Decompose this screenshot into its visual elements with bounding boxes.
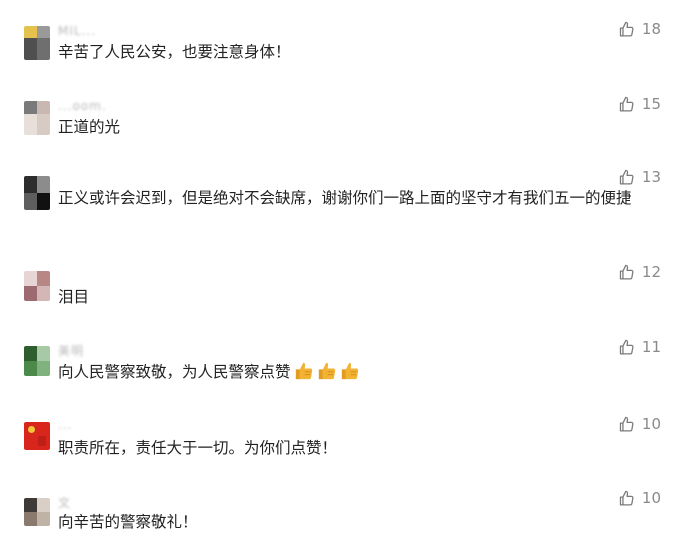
avatar[interactable] bbox=[24, 26, 50, 60]
like-count: 12 bbox=[641, 263, 661, 281]
thumbs-up-outline-icon bbox=[618, 169, 635, 186]
commenter-name[interactable]: ...oom. bbox=[58, 99, 107, 113]
commenter-name[interactable]: 文 bbox=[58, 494, 71, 511]
comment-text: 向辛苦的警察敬礼！ bbox=[58, 513, 198, 531]
like-count: 10 bbox=[641, 489, 661, 507]
like-count: 10 bbox=[641, 415, 661, 433]
avatar[interactable] bbox=[24, 176, 50, 210]
like-button[interactable]: 18 bbox=[618, 19, 661, 39]
thumbs-up-outline-icon bbox=[618, 490, 635, 507]
like-count: 13 bbox=[641, 168, 661, 186]
thumbs-up-emoji-icon bbox=[317, 362, 337, 387]
like-count: 18 bbox=[641, 20, 661, 38]
avatar[interactable] bbox=[24, 271, 50, 301]
like-button[interactable]: 13 bbox=[618, 167, 661, 187]
like-button[interactable]: 10 bbox=[618, 488, 661, 508]
like-count: 15 bbox=[641, 95, 661, 113]
comment-text: 泪目 bbox=[58, 288, 90, 306]
commenter-name[interactable]: MIL... bbox=[58, 24, 96, 38]
avatar[interactable] bbox=[24, 101, 50, 135]
thumbs-up-outline-icon bbox=[618, 96, 635, 113]
thumbs-up-emoji-icon bbox=[294, 362, 314, 387]
like-button[interactable]: 12 bbox=[618, 262, 661, 282]
thumbs-up-outline-icon bbox=[618, 416, 635, 433]
comment-text: 正道的光 bbox=[58, 118, 121, 136]
thumbs-up-outline-icon bbox=[618, 339, 635, 356]
comment-text-body: 向人民警察致敬，为人民警察点赞 bbox=[58, 363, 291, 381]
commenter-name[interactable]: 美明 bbox=[58, 342, 84, 359]
comment-text: 向人民警察致敬，为人民警察点赞 bbox=[58, 360, 658, 387]
thumbs-up-emoji-icon bbox=[340, 362, 360, 387]
avatar[interactable] bbox=[24, 346, 50, 376]
comment-text: 辛苦了人民公安，也要注意身体！ bbox=[58, 43, 291, 61]
avatar[interactable] bbox=[24, 498, 50, 526]
comment-list: MIL... 辛苦了人民公安，也要注意身体！ 18 ...oom. 正道的光 1… bbox=[0, 0, 697, 551]
like-button[interactable]: 15 bbox=[618, 94, 661, 114]
like-count: 11 bbox=[641, 338, 661, 356]
commenter-name[interactable]: ... bbox=[58, 418, 72, 432]
thumbs-up-outline-icon bbox=[618, 21, 635, 38]
comment-text: 职责所在，责任大于一切。为你们点赞！ bbox=[58, 439, 338, 457]
comment-text: 正义或许会迟到，但是绝对不会缺席，谢谢你们一路上面的坚守才有我们五一的便捷 bbox=[58, 189, 632, 207]
thumbs-up-outline-icon bbox=[618, 264, 635, 281]
like-button[interactable]: 10 bbox=[618, 414, 661, 434]
like-button[interactable]: 11 bbox=[618, 337, 661, 357]
avatar[interactable] bbox=[24, 422, 50, 450]
